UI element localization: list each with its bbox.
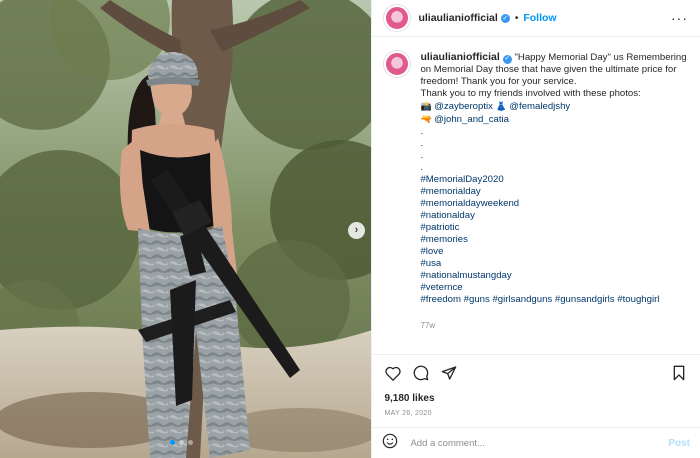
- carousel-dot-active: [170, 440, 175, 445]
- camera-icon: 📸: [420, 101, 432, 111]
- credit-line-2: 🔫 @john_and_catia: [420, 113, 688, 126]
- hashtag-links[interactable]: #freedom #guns #girlsandguns #gunsandgir…: [420, 294, 688, 306]
- post-header: uliaulianiofficial ✓ • Follow ···: [372, 0, 700, 37]
- hashtag-link[interactable]: #nationalday: [420, 210, 688, 222]
- caption-body: uliaulianiofficial ✓ "Happy Memorial Day"…: [420, 51, 688, 332]
- verified-badge-icon: ✓: [500, 13, 510, 23]
- hashtag-link[interactable]: #patriotic: [420, 222, 688, 234]
- verified-badge-icon: ✓: [502, 54, 512, 64]
- comment-box: Post: [372, 427, 700, 458]
- heart-icon[interactable]: [382, 362, 404, 384]
- chevron-right-icon: ›: [354, 224, 359, 236]
- hashtag-link[interactable]: #memorialday: [420, 186, 688, 198]
- header-username[interactable]: uliaulianiofficial: [418, 12, 497, 24]
- action-bar: [372, 354, 700, 391]
- credit-line-1: 📸 @zayberoptix 👗 @femaledjshy: [420, 100, 688, 113]
- caption-dot: .: [420, 150, 424, 161]
- bookmark-icon[interactable]: [668, 362, 690, 384]
- hashtag-link[interactable]: #love: [420, 246, 688, 258]
- emoji-icon[interactable]: [382, 433, 398, 454]
- next-photo-button[interactable]: ›: [348, 222, 365, 239]
- hashtag-link[interactable]: #memories: [420, 234, 688, 246]
- post-sidebar: uliaulianiofficial ✓ • Follow ··· uliaul…: [371, 0, 700, 458]
- caption-timestamp[interactable]: 77w: [420, 320, 688, 332]
- carousel-dot: [188, 440, 193, 445]
- avatar[interactable]: [384, 5, 411, 31]
- post-comment-button[interactable]: Post: [668, 438, 690, 449]
- post-photo[interactable]: ›: [0, 0, 372, 458]
- caption: uliaulianiofficial ✓ "Happy Memorial Day"…: [384, 51, 688, 332]
- caption-dot: .: [420, 138, 424, 149]
- carousel-dot: [179, 440, 184, 445]
- caption-area: uliaulianiofficial ✓ "Happy Memorial Day"…: [372, 37, 700, 354]
- pistol-icon: 🔫: [420, 114, 432, 124]
- hashtag-link[interactable]: #veternce: [420, 282, 688, 294]
- caption-avatar[interactable]: [384, 51, 411, 77]
- more-options-icon[interactable]: ···: [671, 10, 688, 26]
- mention-link[interactable]: @zayberoptix: [434, 101, 493, 112]
- instagram-post: › uliaulianiofficial ✓ • Follow ··· ulia…: [0, 0, 700, 458]
- mention-link[interactable]: @john_and_catia: [434, 114, 509, 125]
- caption-dot: .: [420, 126, 424, 137]
- caption-username[interactable]: uliaulianiofficial: [420, 51, 499, 63]
- hashtag-link[interactable]: #nationalmustangday: [420, 270, 688, 282]
- comment-icon[interactable]: [410, 362, 432, 384]
- hashtag-link[interactable]: #MemorialDay2020: [420, 174, 688, 186]
- hashtag-link[interactable]: #memorialdayweekend: [420, 198, 688, 210]
- like-count[interactable]: 9,180 likes: [372, 391, 700, 407]
- photo-scene: [0, 0, 372, 458]
- post-date: MAY 26, 2020: [384, 410, 432, 417]
- share-icon[interactable]: [438, 362, 460, 384]
- separator-dot: •: [514, 12, 519, 24]
- follow-button[interactable]: Follow: [523, 12, 556, 24]
- caption-text-2: Thank you to my friends involved with th…: [420, 88, 641, 99]
- carousel-dots: [170, 440, 193, 445]
- caption-dot: .: [420, 162, 424, 173]
- comment-input[interactable]: [408, 436, 669, 450]
- hashtag-link[interactable]: #usa: [420, 258, 688, 270]
- dress-icon: 👗: [495, 101, 507, 111]
- mention-link[interactable]: @femaledjshy: [509, 101, 570, 112]
